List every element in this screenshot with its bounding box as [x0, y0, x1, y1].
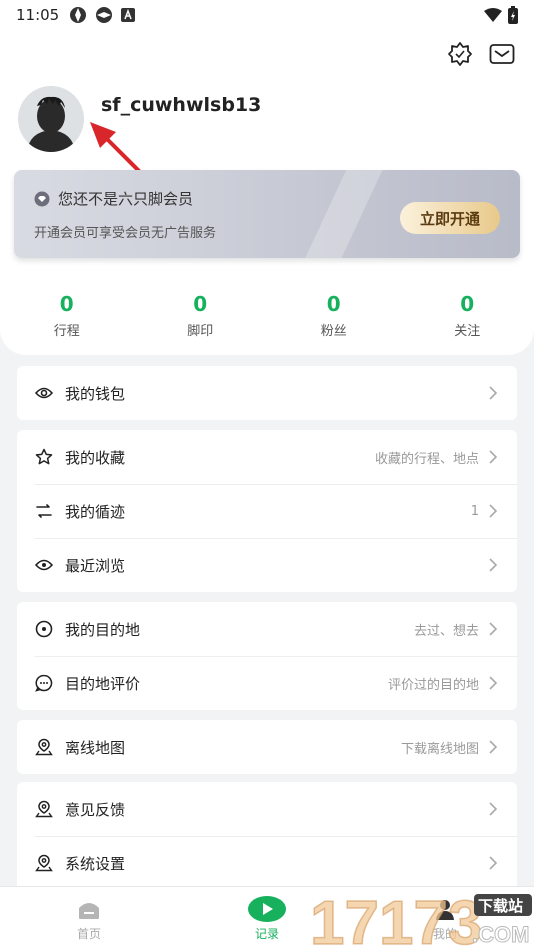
menu-item-label: 目的地评价	[65, 674, 141, 693]
home-icon	[77, 895, 101, 923]
avatar[interactable]	[18, 86, 84, 152]
menu-item-label: 我的目的地	[65, 620, 141, 639]
menu-item-label: 系统设置	[65, 854, 126, 873]
feedback-pin-icon	[35, 800, 53, 818]
chevron-right-icon	[489, 856, 498, 870]
wifi-icon	[484, 8, 502, 22]
menu-item-tracks[interactable]: 我的循迹 1	[17, 484, 517, 538]
chevron-right-icon	[489, 802, 498, 816]
comment-icon	[35, 674, 53, 692]
menu-item-wallet[interactable]: 我的钱包	[17, 366, 517, 420]
menu-item-label: 最近浏览	[65, 556, 126, 575]
status-bar: 11:05	[0, 0, 534, 30]
menu-item-hint: 评价过的目的地	[387, 677, 479, 693]
site-watermark-logo: 17173 下载站 .COM	[309, 888, 532, 950]
chevron-right-icon	[489, 504, 498, 518]
settings-badge-button[interactable]	[446, 40, 474, 68]
nav-home[interactable]: 首页	[0, 887, 178, 950]
menu-item-feedback[interactable]: 意见反馈	[17, 782, 517, 836]
menu-group-wallet: 我的钱包	[17, 366, 517, 420]
menu-item-label: 离线地图	[65, 738, 126, 757]
menu-item-offline-map[interactable]: 离线地图 下载离线地图	[17, 720, 517, 774]
eye-icon	[35, 384, 53, 402]
route-icon	[35, 502, 53, 520]
eye-icon	[35, 556, 53, 574]
menu-item-review[interactable]: 目的地评价 评价过的目的地	[17, 656, 517, 710]
font-notification-icon	[121, 8, 136, 22]
menu-item-label: 我的循迹	[65, 502, 126, 521]
map-pin-icon	[35, 738, 53, 756]
nav-label: 记录	[254, 927, 279, 941]
stat-label: 粉丝	[320, 324, 347, 339]
chevron-right-icon	[489, 450, 498, 464]
chevron-right-icon	[489, 622, 498, 636]
menu-item-recent[interactable]: 最近浏览	[17, 538, 517, 592]
profile-header: sf_cuwhwlsb13 您还不是六只脚会员 开通会员可享受会员无广告服务 立…	[0, 30, 534, 355]
menu-item-hint: 1	[470, 503, 479, 519]
watermark-domain: .COM	[472, 922, 529, 947]
chevron-right-icon	[489, 386, 498, 400]
chevron-right-icon	[489, 740, 498, 754]
top-actions	[446, 40, 516, 68]
messages-button[interactable]	[488, 40, 516, 68]
app-notification-icon	[96, 7, 113, 23]
status-system-icons	[484, 6, 518, 24]
stat-value: 0	[59, 292, 74, 316]
status-time: 11:05	[16, 6, 60, 24]
nav-label: 首页	[76, 927, 101, 941]
badge-star-icon	[448, 42, 472, 66]
app-notification-icon	[70, 7, 87, 23]
stat-label: 脚印	[187, 324, 214, 339]
stat-value: 0	[460, 292, 475, 316]
menu-item-hint: 下载离线地图	[400, 741, 479, 757]
status-notification-icons	[69, 6, 136, 24]
chevron-right-icon	[489, 558, 498, 572]
stat-value: 0	[193, 292, 208, 316]
menu-group-offline: 离线地图 下载离线地图	[17, 720, 517, 774]
membership-description: 开通会员可享受会员无广告服务	[34, 226, 217, 241]
stat-value: 0	[326, 292, 341, 316]
menu-group-content: 我的收藏 收藏的行程、地点 我的循迹 1 最近浏览	[17, 430, 517, 592]
membership-card[interactable]: 您还不是六只脚会员 开通会员可享受会员无广告服务 立即开通	[14, 170, 520, 258]
battery-icon	[508, 6, 518, 24]
menu-group-system: 意见反馈 系统设置	[17, 782, 517, 886]
stat-label: 关注	[454, 324, 481, 339]
stat-label: 行程	[53, 324, 80, 339]
star-icon	[35, 448, 53, 466]
menu-item-settings[interactable]: 系统设置	[17, 836, 517, 886]
membership-title: 您还不是六只脚会员	[34, 188, 193, 209]
avatar-silhouette-icon	[27, 96, 75, 152]
stat-footprints[interactable]: 0 脚印	[134, 292, 268, 339]
chevron-right-icon	[489, 676, 498, 690]
menu-item-favorites[interactable]: 我的收藏 收藏的行程、地点	[17, 430, 517, 484]
menu-item-label: 意见反馈	[65, 800, 126, 819]
menu-group-destinations: 我的目的地 去过、想去 目的地评价 评价过的目的地	[17, 602, 517, 710]
stats-row: 0 行程 0 脚印 0 粉丝 0 关注	[0, 292, 534, 339]
activate-membership-button[interactable]: 立即开通	[400, 202, 500, 234]
membership-title-text: 您还不是六只脚会员	[58, 190, 194, 208]
stat-following[interactable]: 0 关注	[401, 292, 534, 339]
vip-diamond-icon	[34, 191, 50, 206]
menu-item-label: 我的收藏	[65, 448, 126, 467]
stat-trips[interactable]: 0 行程	[0, 292, 134, 339]
menu-item-destination[interactable]: 我的目的地 去过、想去	[17, 602, 517, 656]
target-icon	[35, 620, 53, 638]
stat-followers[interactable]: 0 粉丝	[267, 292, 401, 339]
menu-item-hint: 去过、想去	[413, 623, 479, 639]
watermark-tag: 下载站	[478, 897, 523, 915]
username[interactable]: sf_cuwhwlsb13	[101, 94, 261, 116]
menu-item-label: 我的钱包	[65, 384, 126, 403]
menu-item-hint: 收藏的行程、地点	[374, 451, 479, 467]
watermark-number: 17173	[310, 889, 482, 950]
record-icon	[247, 895, 287, 923]
mail-icon	[489, 44, 515, 64]
settings-pin-icon	[35, 854, 53, 872]
